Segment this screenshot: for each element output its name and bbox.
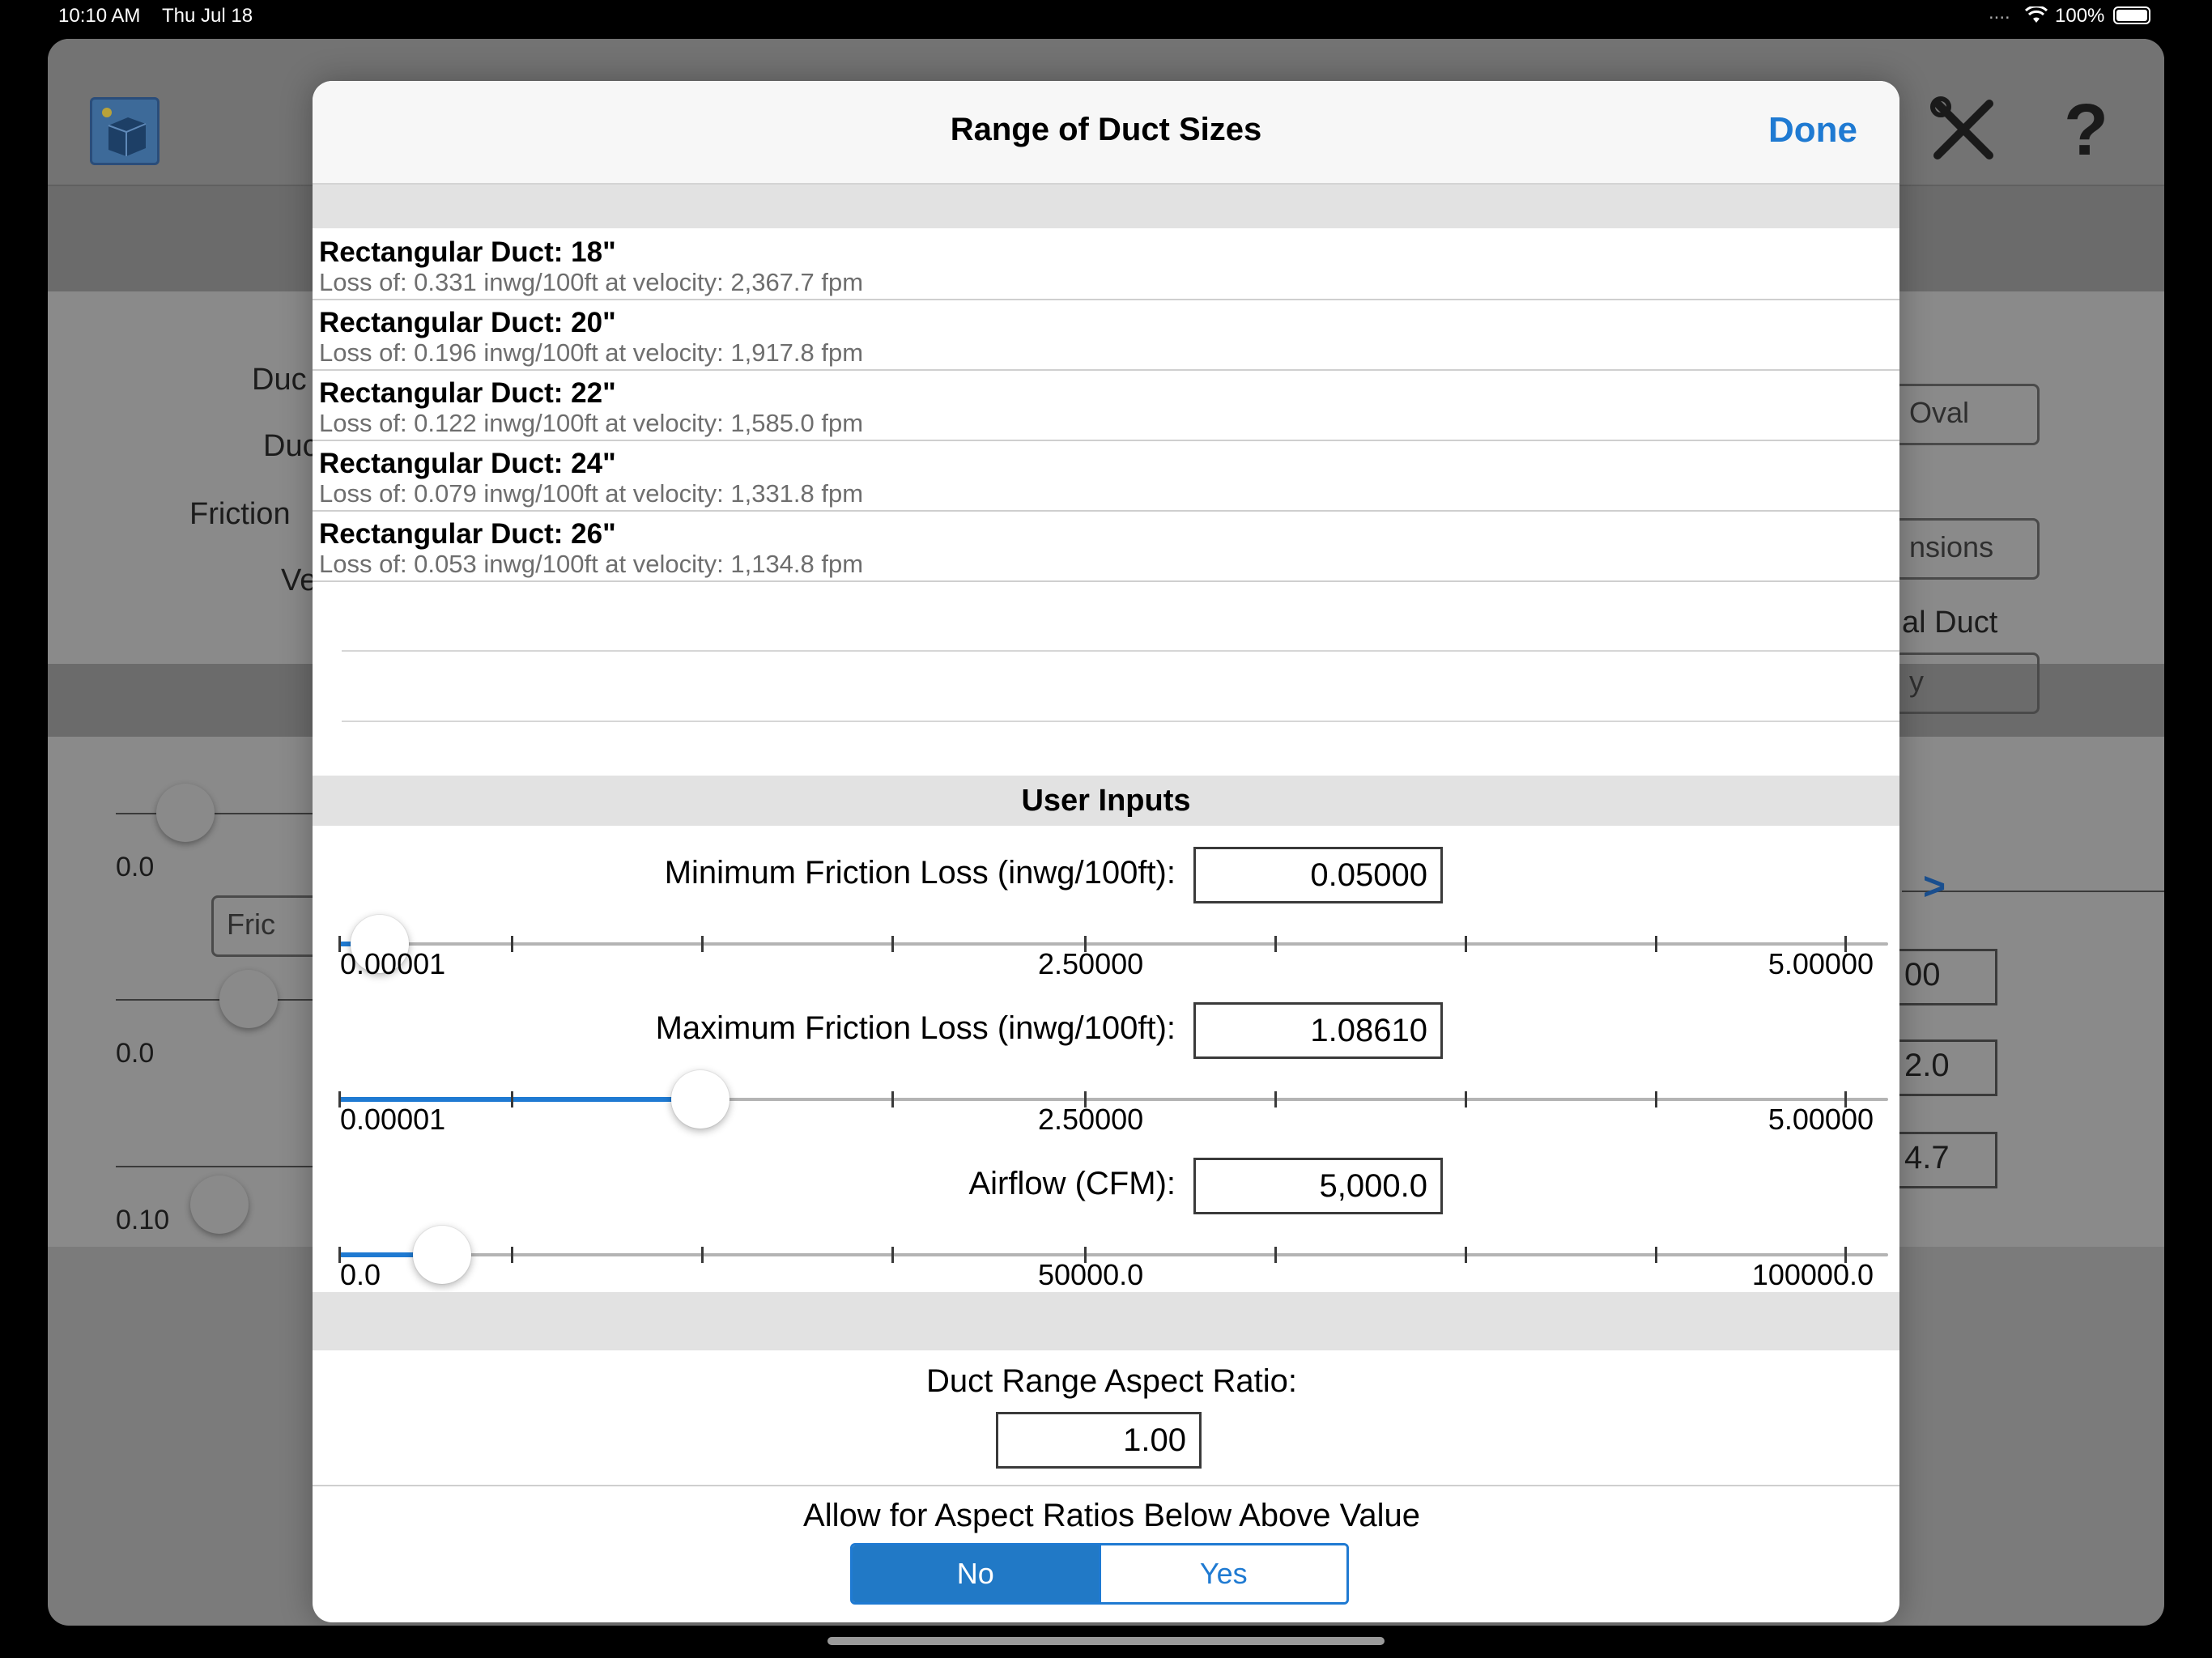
slider-min-label: 0.00001 xyxy=(340,947,446,980)
app-logo-icon[interactable] xyxy=(90,97,160,165)
slider-tick xyxy=(511,1091,513,1107)
result-title: Rectangular Duct: 26" xyxy=(319,518,616,550)
background-value-box[interactable]: 2.0 xyxy=(1894,1039,1997,1096)
slider-tick xyxy=(1655,1091,1657,1107)
results-top-band xyxy=(313,185,1899,228)
background-value-box[interactable]: 4.7 xyxy=(1894,1132,1997,1188)
slider-fill xyxy=(338,1252,416,1257)
segment-no[interactable]: No xyxy=(853,1545,1099,1602)
result-row[interactable]: Rectangular Duct: 24" Loss of: 0.079 inw… xyxy=(313,440,1899,512)
background-label: Friction xyxy=(189,497,291,531)
slider-max-label: 5.00000 xyxy=(1767,1103,1874,1136)
result-detail: Loss of: 0.196 inwg/100ft at velocity: 1… xyxy=(319,338,864,367)
slider-min-label: 0.00001 xyxy=(340,1103,446,1136)
background-slider-knob[interactable] xyxy=(156,784,215,842)
allow-below-label: Allow for Aspect Ratios Below Above Valu… xyxy=(803,1498,1420,1533)
slider-tick xyxy=(701,936,704,952)
slider-tick xyxy=(1655,936,1657,952)
slider-tick xyxy=(1274,1247,1277,1263)
slider-knob[interactable] xyxy=(412,1226,471,1284)
result-detail: Loss of: 0.079 inwg/100ft at velocity: 1… xyxy=(319,479,864,508)
slider-tick xyxy=(1465,1091,1467,1107)
aspect-ratio-label: Duct Range Aspect Ratio: xyxy=(925,1363,1298,1399)
slider-tick xyxy=(1465,1247,1467,1263)
modal-header: Range of Duct Sizes Done xyxy=(313,81,1899,185)
slider-knob[interactable] xyxy=(671,1070,730,1129)
background-label: Duc xyxy=(252,363,307,397)
segment-yes[interactable]: Yes xyxy=(1098,1545,1346,1602)
slider-max-label: 5.00000 xyxy=(1767,947,1874,980)
slider-tick xyxy=(1465,936,1467,952)
empty-row-divider xyxy=(342,721,1899,722)
slider-tick xyxy=(891,936,894,952)
background-slider-knob[interactable] xyxy=(190,1175,249,1234)
slider-mid-label: 50000.0 xyxy=(1038,1258,1144,1291)
section-band xyxy=(313,1292,1899,1350)
result-row[interactable]: Rectangular Duct: 26" Loss of: 0.053 inw… xyxy=(313,510,1899,582)
slider-tick xyxy=(511,1247,513,1263)
slider-mid-label: 2.50000 xyxy=(1038,947,1144,980)
result-title: Rectangular Duct: 20" xyxy=(319,307,616,338)
background-slider-label: 0.0 xyxy=(116,1038,155,1069)
slider-mid-label: 2.50000 xyxy=(1038,1103,1144,1136)
allow-below-segmented-control: No Yes xyxy=(850,1543,1349,1605)
slider-tick xyxy=(1655,1247,1657,1263)
slider-tick xyxy=(891,1091,894,1107)
background-slider-label: 0.0 xyxy=(116,852,155,882)
airflow-label: Airflow (CFM): xyxy=(968,1166,1176,1201)
slider-tick xyxy=(1274,1091,1277,1107)
status-time: 10:10 AM xyxy=(58,5,141,27)
chevron-right-icon[interactable]: > xyxy=(1923,865,1946,909)
background-label: Ve xyxy=(281,563,317,597)
home-indicator[interactable] xyxy=(827,1637,1385,1645)
background-oval-button[interactable]: Oval xyxy=(1894,384,2040,445)
range-of-duct-sizes-modal: Range of Duct Sizes Done Rectangular Duc… xyxy=(313,81,1899,1622)
result-title: Rectangular Duct: 24" xyxy=(319,448,616,479)
help-icon[interactable]: ? xyxy=(2064,89,2108,172)
result-detail: Loss of: 0.122 inwg/100ft at velocity: 1… xyxy=(319,409,864,437)
min-friction-label: Minimum Friction Loss (inwg/100ft): xyxy=(664,855,1176,891)
empty-row-divider xyxy=(342,650,1899,652)
min-friction-input[interactable]: 0.05000 xyxy=(1193,847,1443,903)
slider-tick xyxy=(891,1247,894,1263)
battery-icon xyxy=(2113,6,2150,24)
result-row[interactable]: Rectangular Duct: 18" Loss of: 0.331 inw… xyxy=(313,228,1899,300)
result-row[interactable]: Rectangular Duct: 22" Loss of: 0.122 inw… xyxy=(313,369,1899,441)
signal-icon: .... xyxy=(1989,2,2010,23)
background-slider-knob[interactable] xyxy=(219,970,278,1028)
slider-min-label: 0.0 xyxy=(340,1258,381,1291)
background-dimensions-button[interactable]: nsions xyxy=(1894,518,2040,580)
max-friction-input[interactable]: 1.08610 xyxy=(1193,1002,1443,1059)
slider-tick xyxy=(511,936,513,952)
slider-max-label: 100000.0 xyxy=(1751,1258,1874,1291)
wifi-icon xyxy=(2024,6,2048,23)
background-value-box[interactable]: 00 xyxy=(1894,949,1997,1005)
slider-tick xyxy=(701,1247,704,1263)
result-title: Rectangular Duct: 22" xyxy=(319,377,616,409)
modal-title: Range of Duct Sizes xyxy=(950,112,1262,147)
user-inputs-header: User Inputs xyxy=(313,776,1899,826)
result-row[interactable]: Rectangular Duct: 20" Loss of: 0.196 inw… xyxy=(313,299,1899,371)
battery-percent: 100% xyxy=(2055,5,2105,27)
max-friction-label: Maximum Friction Loss (inwg/100ft): xyxy=(655,1010,1176,1046)
result-detail: Loss of: 0.331 inwg/100ft at velocity: 2… xyxy=(319,268,864,296)
background-slider-label: 0.10 xyxy=(116,1205,170,1235)
background-button[interactable]: y xyxy=(1894,653,2040,714)
airflow-input[interactable]: 5,000.0 xyxy=(1193,1158,1443,1214)
slider-tick xyxy=(1274,936,1277,952)
done-button[interactable]: Done xyxy=(1768,110,1857,151)
aspect-ratio-input[interactable]: 1.00 xyxy=(996,1412,1202,1469)
divider xyxy=(313,1485,1899,1486)
result-detail: Loss of: 0.053 inwg/100ft at velocity: 1… xyxy=(319,550,864,578)
status-date: Thu Jul 18 xyxy=(162,5,253,27)
slider-fill xyxy=(338,1097,675,1102)
background-label: Duc xyxy=(263,429,318,463)
tools-icon[interactable] xyxy=(1929,96,1997,164)
background-section-label: al Duct xyxy=(1902,606,1998,640)
result-title: Rectangular Duct: 18" xyxy=(319,236,616,268)
